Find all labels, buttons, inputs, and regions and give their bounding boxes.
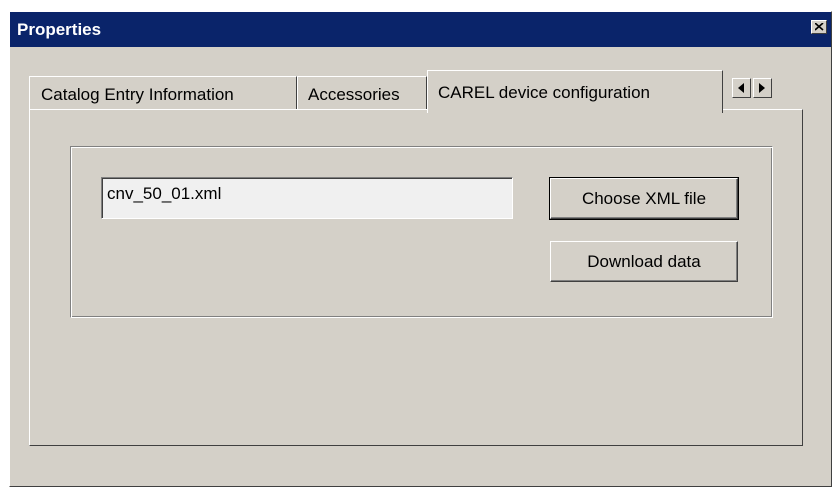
choose-xml-file-button[interactable]: Choose XML file [549, 177, 739, 220]
properties-window: Properties Catalog Entry Information Acc… [9, 11, 832, 487]
close-icon [815, 23, 824, 31]
tab-panel: cnv_50_01.xml Choose XML file Download d… [29, 109, 803, 446]
choose-xml-file-label: Choose XML file [581, 189, 707, 208]
tab-label: Accessories [308, 85, 400, 104]
triangle-right-icon [759, 83, 765, 93]
tab-scroll-left-button[interactable] [732, 78, 751, 98]
xml-file-field[interactable]: cnv_50_01.xml [101, 177, 513, 219]
tab-label: CAREL device configuration [438, 83, 650, 102]
window-title: Properties [17, 20, 102, 39]
title-bar[interactable]: Properties [10, 12, 831, 47]
tab-catalog-entry-information[interactable]: Catalog Entry Information [29, 76, 297, 110]
download-data-button[interactable]: Download data [550, 241, 738, 282]
tab-accessories[interactable]: Accessories [297, 76, 427, 110]
xml-file-value: cnv_50_01.xml [107, 184, 222, 203]
tab-scroll-right-button[interactable] [753, 78, 772, 98]
download-data-label: Download data [587, 252, 701, 271]
triangle-left-icon [738, 83, 744, 93]
tab-label: Catalog Entry Information [41, 85, 234, 104]
close-button[interactable] [811, 20, 827, 34]
xml-config-group: cnv_50_01.xml Choose XML file Download d… [70, 146, 773, 318]
tab-carel-device-configuration[interactable]: CAREL device configuration [427, 70, 723, 113]
